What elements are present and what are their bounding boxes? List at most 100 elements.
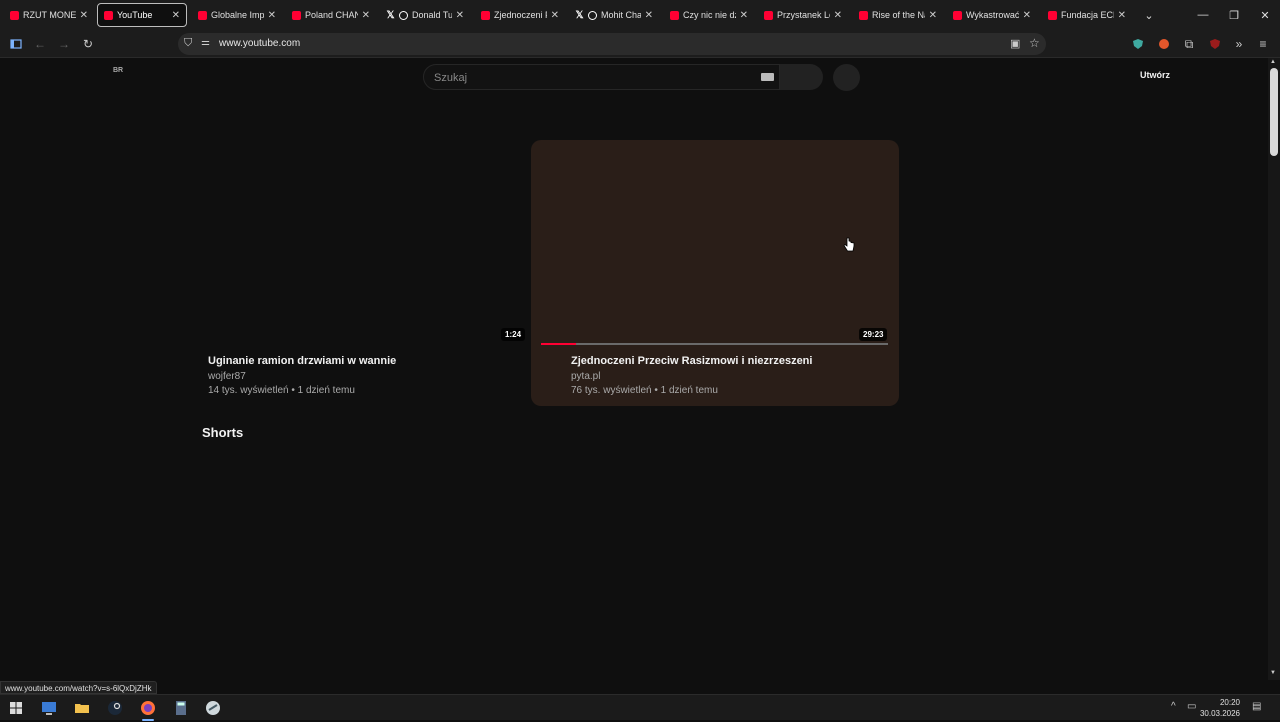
watch-progress-bar (541, 343, 888, 345)
address-bar[interactable]: ⛉ ⚌ www.youtube.com ▣ ☆ (178, 33, 1046, 55)
tray-chevron-icon[interactable]: ^ (1171, 701, 1176, 712)
x-icon: 𝕏 (386, 9, 395, 21)
tab-donald-tus[interactable]: 𝕏 Donald Tus ✕ (380, 3, 470, 27)
youtube-icon (670, 10, 679, 20)
clock-time: 20:20 (1219, 698, 1240, 707)
browser-tab-strip: RZUT MONETA ✕ YouTube ✕ Globalne Imper ✕… (0, 0, 1280, 30)
minimize-icon[interactable]: — (1188, 0, 1218, 30)
menu-hamburger-icon[interactable]: ≡ (1255, 36, 1271, 52)
youtube-icon (104, 10, 113, 20)
watch-progress-fill (541, 343, 576, 345)
app-icon[interactable] (204, 699, 222, 717)
close-icon[interactable]: ✕ (456, 10, 464, 21)
tab-przystanek[interactable]: Przystanek Lom ✕ (758, 3, 848, 27)
bookmark-star-icon[interactable]: ☆ (1029, 36, 1040, 50)
tab-label: Wykastrować b (966, 10, 1019, 20)
youtube-icon (953, 10, 962, 20)
reload-icon[interactable]: ↻ (80, 36, 96, 52)
video-title[interactable]: Uginanie ramion drzwiami w wannie (208, 355, 396, 367)
site-settings-icon[interactable]: ⚌ (201, 37, 210, 48)
scroll-up-icon[interactable]: ▲ (1270, 59, 1276, 65)
youtube-icon (10, 10, 19, 20)
scrollbar-thumb[interactable] (1270, 68, 1278, 156)
close-icon[interactable]: ✕ (740, 10, 748, 21)
reader-view-icon[interactable]: ▣ (1010, 37, 1020, 50)
extensions-puzzle-icon[interactable]: ⧉ (1181, 36, 1197, 52)
create-button[interactable]: Utwórz (1140, 70, 1170, 80)
forward-icon[interactable]: → (56, 36, 72, 52)
tab-label: Fundacja ECPU (1061, 10, 1114, 20)
tab-poland-change[interactable]: Poland CHANGE ✕ (286, 3, 376, 27)
network-icon[interactable]: ▭ (1187, 701, 1196, 712)
close-icon[interactable]: ✕ (1023, 10, 1031, 21)
close-icon[interactable]: ✕ (929, 10, 937, 21)
close-icon[interactable]: ✕ (172, 10, 180, 21)
channel-name[interactable]: wojfer87 (208, 371, 246, 382)
overflow-chevron-icon[interactable]: » (1231, 36, 1247, 52)
tab-label: Przystanek Lom (777, 10, 830, 20)
calculator-icon[interactable] (172, 699, 190, 717)
search-button[interactable] (780, 64, 823, 90)
close-icon[interactable]: ✕ (80, 10, 88, 21)
page-scrollbar[interactable]: ▲ ▼ (1268, 58, 1280, 680)
close-icon[interactable]: ✕ (362, 10, 370, 21)
firefox-icon[interactable] (139, 699, 157, 721)
loading-icon (588, 10, 597, 20)
loading-icon (399, 10, 408, 20)
tab-list-chevron-icon[interactable]: ⌄ (1134, 0, 1164, 30)
tab-rise-of-the-naz[interactable]: Rise of the Naz ✕ (853, 3, 943, 27)
clock-date: 30.03.2026 (1199, 709, 1240, 718)
shield-icon[interactable]: ⛉ (184, 37, 192, 50)
url-text[interactable]: www.youtube.com (219, 38, 300, 49)
close-icon[interactable]: ✕ (645, 10, 653, 21)
system-clock[interactable]: 20:20 30.03.2026 (1200, 697, 1240, 719)
browser-toolbar: ← → ↻ ⛉ ⚌ www.youtube.com ▣ ☆ ⧉ » ≡ (0, 30, 1280, 58)
tab-rzut-moneta[interactable]: RZUT MONETA ✕ (4, 3, 94, 27)
shorts-heading: Shorts (202, 425, 244, 440)
x-icon: 𝕏 (575, 9, 584, 21)
search-input[interactable] (434, 69, 754, 87)
voice-search-button[interactable] (833, 64, 860, 91)
keyboard-icon[interactable] (761, 73, 774, 81)
tab-wykastrowac[interactable]: Wykastrować b ✕ (947, 3, 1037, 27)
youtube-page: BR Utwórz 1:24 Uginanie ramion drzwiami … (0, 58, 1268, 680)
youtube-icon (859, 10, 868, 20)
vpn-shield-icon[interactable] (1130, 36, 1146, 52)
steam-icon[interactable] (106, 699, 124, 717)
window-close-icon[interactable]: ✕ (1250, 0, 1280, 30)
hand-cursor-icon (843, 237, 855, 256)
tab-zjednoczeni[interactable]: Zjednoczeni Prz ✕ (475, 3, 565, 27)
ublock-icon[interactable] (1207, 36, 1223, 52)
video-meta: 14 tys. wyświetleń • 1 dzień temu (208, 385, 355, 396)
tab-label: Czy nic nie dziej (683, 10, 736, 20)
tab-label: Rise of the Naz (872, 10, 925, 20)
remote-desktop-icon[interactable] (40, 699, 58, 717)
sidebar-toggle-icon[interactable] (8, 36, 24, 52)
video-duration: 1:24 (501, 328, 526, 341)
video-title[interactable]: Zjednoczeni Przeciw Rasizmowi i niezrzes… (571, 355, 812, 367)
file-explorer-icon[interactable] (73, 699, 91, 717)
close-icon[interactable]: ✕ (551, 10, 559, 21)
tab-youtube[interactable]: YouTube ✕ (97, 3, 187, 27)
search-box[interactable] (423, 64, 780, 90)
extension-fox-icon[interactable] (1156, 36, 1172, 52)
link-status-bar: www.youtube.com/watch?v=s-6lQxDjZHk (0, 681, 157, 694)
channel-name[interactable]: pyta.pl (571, 371, 600, 382)
windows-start-icon[interactable] (7, 699, 25, 717)
video-duration: 29:23 (859, 328, 888, 341)
back-icon[interactable]: ← (32, 36, 48, 52)
close-icon[interactable]: ✕ (1118, 10, 1126, 21)
tab-label: Donald Tus (412, 10, 452, 20)
close-icon[interactable]: ✕ (834, 10, 842, 21)
tab-mohit-chau[interactable]: 𝕏 Mohit Chau ✕ (569, 3, 659, 27)
notification-icon[interactable]: ▤ (1252, 701, 1261, 712)
tab-label: YouTube (117, 10, 153, 20)
tab-czy-nic-nie[interactable]: Czy nic nie dziej ✕ (664, 3, 754, 27)
close-icon[interactable]: ✕ (268, 10, 276, 21)
tab-label: Globalne Imper (211, 10, 264, 20)
tab-label: Mohit Chau (601, 10, 641, 20)
restore-icon[interactable]: ❐ (1219, 0, 1249, 30)
scroll-down-icon[interactable]: ▼ (1270, 670, 1276, 676)
tab-globalne-imper[interactable]: Globalne Imper ✕ (192, 3, 282, 27)
tab-fundacja-ecpu[interactable]: Fundacja ECPU ✕ (1042, 3, 1132, 27)
